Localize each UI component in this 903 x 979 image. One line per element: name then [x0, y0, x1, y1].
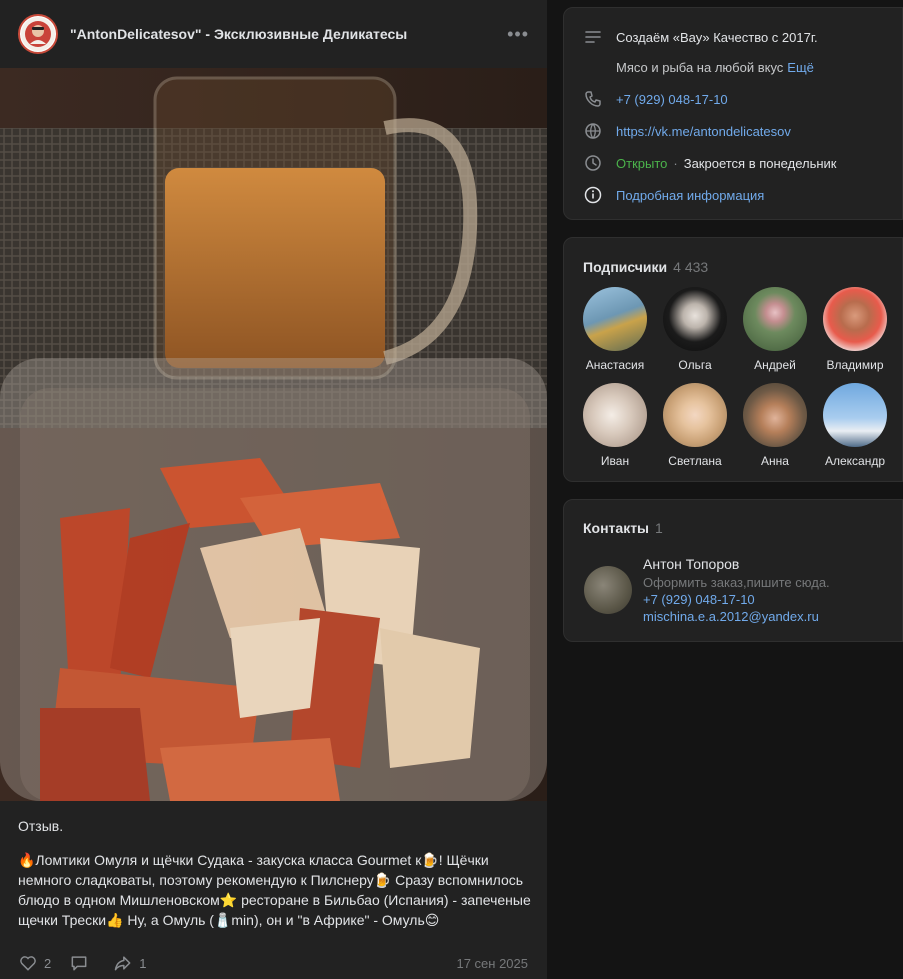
subscriber-item[interactable]: Александр: [815, 383, 895, 468]
post-text-body: 🔥Ломтики Омуля и щёчки Судака - закуска …: [18, 852, 531, 928]
subscribers-header[interactable]: Подписчики 4 433: [583, 259, 708, 275]
like-count: 2: [44, 955, 52, 971]
contact-phone[interactable]: +7 (929) 048-17-10: [643, 591, 830, 608]
clock-icon: [585, 155, 601, 171]
comment-icon: [71, 956, 87, 971]
like-button[interactable]: 2: [18, 953, 51, 973]
subscriber-item[interactable]: Анастасия: [575, 287, 655, 372]
group-avatar[interactable]: [18, 14, 58, 54]
phone-row: +7 (929) 048-17-10: [584, 90, 728, 108]
subscribers-card: Подписчики 4 433 Анастасия Ольга Андрей В…: [563, 237, 903, 482]
share-count: 1: [139, 955, 147, 971]
comment-button[interactable]: [69, 953, 95, 973]
avatar: [663, 383, 727, 447]
open-status: Открыто: [616, 155, 668, 171]
group-phone[interactable]: +7 (929) 048-17-10: [616, 92, 728, 107]
group-status: Создаём «Вау» Качество с 2017г.: [616, 29, 818, 45]
status-row: Создаём «Вау» Качество с 2017г.: [584, 28, 818, 46]
details-link[interactable]: Подробная информация: [616, 188, 764, 203]
heart-icon: [20, 956, 36, 971]
separator-dot: ·: [673, 155, 678, 171]
post-date[interactable]: 17 сен 2025: [456, 956, 528, 971]
url-row: https://vk.me/antondelicatesov: [584, 122, 791, 140]
post-card: "AntonDelicatesov" - Эксклюзивные Делика…: [0, 0, 547, 979]
avatar: [583, 287, 647, 351]
avatar: [663, 287, 727, 351]
contacts-header[interactable]: Контакты 1: [583, 520, 663, 536]
hours-row: Открыто · Закроется в понедельник: [584, 154, 837, 172]
share-button[interactable]: 1: [113, 953, 146, 973]
group-logo-icon: [21, 17, 55, 51]
subscribers-count: 4 433: [673, 259, 709, 275]
subscriber-name: Иван: [600, 454, 630, 468]
contact-details: Антон Топоров Оформить заказ,пишите сюда…: [643, 556, 830, 625]
contacts-title: Контакты: [583, 520, 650, 536]
post-actions: 2 1 17 сен 2025: [18, 952, 528, 974]
avatar: [583, 383, 647, 447]
subscriber-name: Владимир: [826, 358, 884, 372]
subscriber-name: Ольга: [678, 358, 712, 372]
more-options-icon[interactable]: •••: [507, 24, 529, 45]
post-photo[interactable]: [0, 68, 547, 801]
post-text: Отзыв. 🔥Ломтики Омуля и щёчки Судака - з…: [18, 816, 533, 930]
subscriber-name: Александр: [824, 454, 886, 468]
subscriber-item[interactable]: Анна: [735, 383, 815, 468]
group-info-card: Создаём «Вау» Качество с 2017г. Мясо и р…: [563, 7, 903, 220]
contact-description: Оформить заказ,пишите сюда.: [643, 575, 830, 590]
subscriber-name: Анастасия: [585, 358, 645, 372]
phone-icon: [585, 91, 601, 107]
list-icon: [585, 31, 601, 43]
globe-icon: [585, 123, 601, 139]
post-header: "AntonDelicatesov" - Эксклюзивные Делика…: [0, 0, 547, 68]
avatar: [823, 287, 887, 351]
avatar: [743, 383, 807, 447]
info-icon: [584, 186, 602, 204]
subscriber-item[interactable]: Светлана: [655, 383, 735, 468]
more-link[interactable]: Ещё: [787, 60, 814, 75]
share-icon: [114, 956, 131, 971]
group-description: Мясо и рыба на любой вкус: [616, 60, 784, 75]
contacts-count: 1: [655, 520, 663, 536]
contacts-card: Контакты 1 Антон Топоров Оформить заказ,п…: [563, 499, 903, 642]
avatar: [743, 287, 807, 351]
subscriber-name: Светлана: [668, 454, 722, 468]
subscriber-item[interactable]: Ольга: [655, 287, 735, 372]
subscriber-item[interactable]: Иван: [575, 383, 655, 468]
subscribers-title: Подписчики: [583, 259, 668, 275]
details-row[interactable]: Подробная информация: [584, 186, 764, 204]
close-time: Закроется в понедельник: [683, 155, 837, 171]
subscriber-name: Анна: [761, 454, 789, 468]
group-url[interactable]: https://vk.me/antondelicatesov: [616, 124, 791, 139]
avatar: [823, 383, 887, 447]
contact-name[interactable]: Антон Топоров: [643, 556, 830, 573]
post-text-title: Отзыв.: [18, 818, 64, 834]
group-name[interactable]: "AntonDelicatesov" - Эксклюзивные Делика…: [70, 26, 507, 42]
subscriber-name: Андрей: [754, 358, 796, 372]
contact-email[interactable]: mischina.e.a.2012@yandex.ru: [643, 608, 830, 625]
description-row: Мясо и рыба на любой вкус Ещё: [616, 60, 814, 75]
subscriber-item[interactable]: Владимир: [815, 287, 895, 372]
subscriber-item[interactable]: Андрей: [735, 287, 815, 372]
avatar[interactable]: [584, 566, 632, 614]
